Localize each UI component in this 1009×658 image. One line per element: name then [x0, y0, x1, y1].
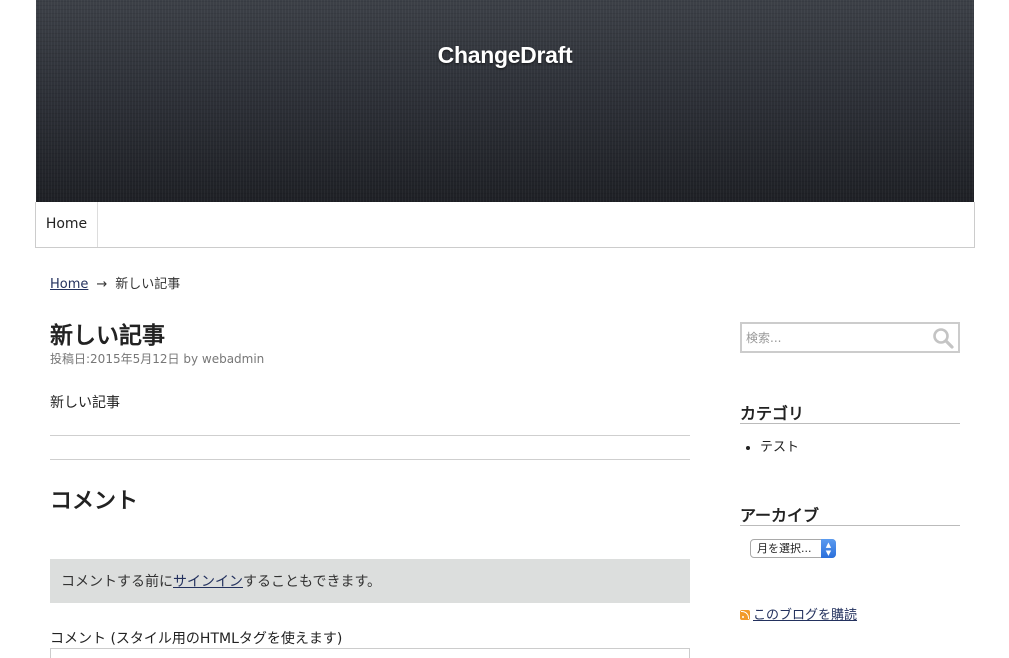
sign-in-link[interactable]: サインイン	[173, 574, 243, 590]
subscribe-link[interactable]: このブログを購読	[753, 608, 857, 623]
archives-widget-title: アーカイブ	[740, 506, 820, 525]
post-body: 新しい記事	[50, 395, 120, 411]
post-meta-prefix: 投稿日:	[50, 352, 91, 366]
login-text-before: コメントする前に	[61, 574, 173, 590]
post-date: 2015年5月12日	[90, 352, 180, 366]
subscribe-widget: このブログを購読	[740, 604, 857, 623]
site-title[interactable]: ChangeDraft	[36, 42, 974, 69]
breadcrumb-home-link[interactable]: Home	[50, 277, 88, 292]
select-arrows-icon: ▲ ▼	[821, 539, 836, 558]
comment-login-notice: コメントする前にサインインすることもできます。	[50, 559, 690, 603]
site-header: ChangeDraft	[36, 0, 974, 202]
search-input[interactable]	[746, 327, 921, 348]
post-meta: 投稿日:2015年5月12日 by webadmin	[50, 350, 264, 367]
archive-month-select[interactable]: 月を選択... ▲ ▼	[750, 539, 836, 558]
category-list: テスト	[760, 436, 799, 455]
category-link[interactable]: テスト	[760, 440, 799, 455]
post-author: webadmin	[201, 352, 265, 366]
post-divider-top	[50, 435, 690, 436]
archives-widget-rule	[740, 525, 960, 526]
comment-field-label: コメント (スタイル用のHTMLタグを使えます)	[50, 631, 343, 647]
categories-widget-title: カテゴリ	[740, 404, 805, 423]
post-by: by	[183, 352, 199, 366]
comment-textarea[interactable]	[50, 648, 690, 658]
breadcrumb: Home → 新しい記事	[50, 273, 180, 292]
comments-title: コメント	[50, 489, 139, 514]
breadcrumb-separator: →	[96, 277, 108, 292]
sidebar-search	[740, 322, 960, 353]
breadcrumb-current: 新しい記事	[115, 277, 181, 292]
rss-icon	[740, 610, 750, 620]
main-navigation: Home	[35, 202, 975, 248]
post-divider-bottom	[50, 459, 690, 460]
nav-item-home[interactable]: Home	[36, 202, 98, 247]
category-item: テスト	[760, 436, 799, 455]
categories-widget-rule	[740, 423, 960, 424]
post-title: 新しい記事	[50, 323, 165, 349]
search-icon[interactable]	[931, 326, 955, 350]
login-text-after: することもできます。	[243, 574, 382, 590]
archive-select-value: 月を選択...	[757, 542, 812, 555]
